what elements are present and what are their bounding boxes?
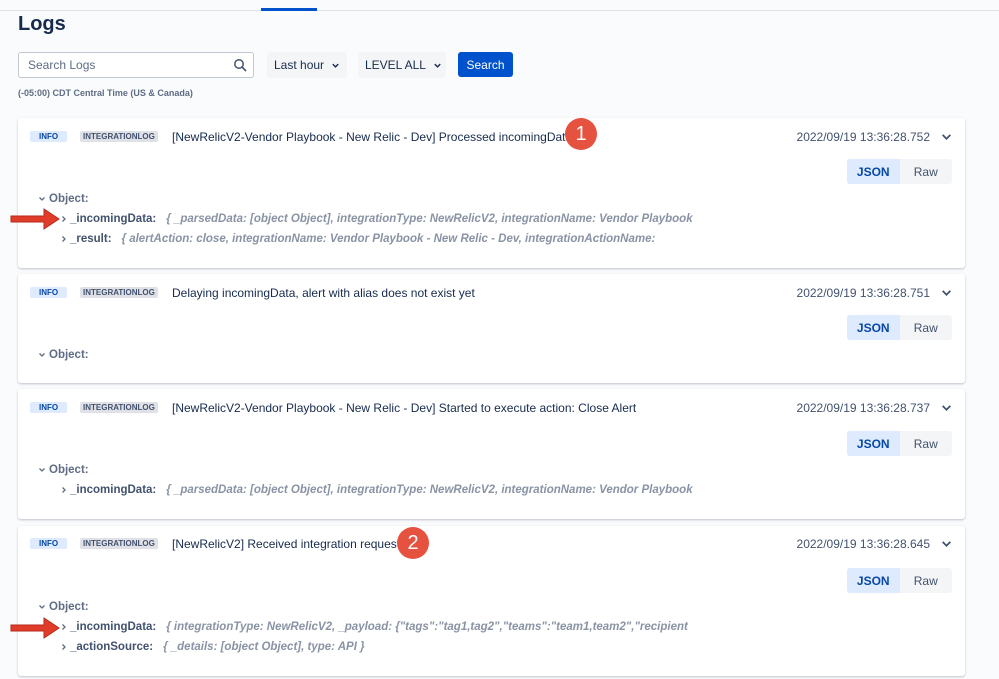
object-property[interactable]: _actionSource: { _details: [object Objec… bbox=[60, 641, 365, 653]
level-badge: INFO bbox=[30, 131, 68, 142]
type-badge: INTEGRATIONLOG bbox=[80, 287, 158, 298]
annotation-badge: 2 bbox=[397, 527, 429, 559]
top-nav-bar bbox=[0, 0, 999, 11]
level-badge: INFO bbox=[30, 287, 68, 298]
chevron-right-icon bbox=[62, 644, 66, 650]
log-message: Delaying incomingData, alert with alias … bbox=[172, 286, 475, 300]
object-label: Object: bbox=[49, 349, 89, 361]
object-label: Object: bbox=[49, 464, 89, 476]
log-entry-header[interactable]: INFO INTEGRATIONLOG Delaying incomingDat… bbox=[18, 286, 965, 300]
object-tree-toggle[interactable]: Object: bbox=[38, 349, 89, 361]
json-toggle-button[interactable]: JSON bbox=[847, 431, 900, 456]
page-title: Logs bbox=[18, 13, 66, 35]
chevron-right-icon bbox=[62, 624, 66, 630]
log-entry: INFO INTEGRATIONLOG [NewRelicV2-Vendor P… bbox=[18, 389, 965, 519]
property-key: _actionSource: bbox=[70, 641, 154, 653]
object-property[interactable]: _result: { alertAction: close, integrati… bbox=[60, 233, 655, 245]
level-badge: INFO bbox=[30, 402, 68, 413]
format-toggle: JSON Raw bbox=[847, 315, 952, 340]
format-toggle: JSON Raw bbox=[847, 431, 952, 456]
raw-toggle-button[interactable]: Raw bbox=[899, 159, 952, 184]
object-property[interactable]: _incomingData: { _parsedData: [object Ob… bbox=[60, 213, 693, 225]
property-key: _incomingData: bbox=[70, 484, 157, 496]
raw-toggle-button[interactable]: Raw bbox=[899, 431, 952, 456]
json-toggle-button[interactable]: JSON bbox=[847, 315, 900, 340]
type-badge: INTEGRATIONLOG bbox=[80, 538, 158, 549]
chevron-right-icon bbox=[62, 216, 66, 222]
chevron-down-icon bbox=[39, 353, 45, 357]
log-entry: INFO INTEGRATIONLOG [NewRelicV2] Receive… bbox=[18, 526, 965, 676]
object-property[interactable]: _incomingData: { integrationType: NewRel… bbox=[60, 621, 688, 633]
level-dropdown[interactable]: LEVEL ALL bbox=[358, 52, 446, 78]
property-key: _result: bbox=[70, 233, 112, 245]
log-entry: INFO INTEGRATIONLOG [NewRelicV2-Vendor P… bbox=[18, 118, 965, 268]
collapse-chevron-icon[interactable] bbox=[941, 131, 952, 142]
property-value: { _parsedData: [object Object], integrat… bbox=[166, 213, 693, 225]
json-toggle-button[interactable]: JSON bbox=[847, 159, 900, 184]
log-entry-header[interactable]: INFO INTEGRATIONLOG [NewRelicV2-Vendor P… bbox=[18, 130, 965, 144]
annotation-badge: 1 bbox=[565, 118, 597, 150]
raw-toggle-button[interactable]: Raw bbox=[899, 315, 952, 340]
collapse-chevron-icon[interactable] bbox=[941, 287, 952, 298]
chevron-right-icon bbox=[62, 487, 66, 493]
object-property[interactable]: _incomingData: { _parsedData: [object Ob… bbox=[60, 484, 693, 496]
raw-toggle-button[interactable]: Raw bbox=[899, 568, 952, 593]
format-toggle: JSON Raw bbox=[847, 159, 952, 184]
chevron-down-icon bbox=[39, 605, 45, 609]
log-timestamp: 2022/09/19 13:36:28.751 bbox=[796, 286, 930, 300]
log-message: [NewRelicV2-Vendor Playbook - New Relic … bbox=[172, 130, 573, 144]
search-button[interactable]: Search bbox=[458, 52, 513, 77]
collapse-chevron-icon[interactable] bbox=[941, 538, 952, 549]
chevron-down-icon bbox=[39, 197, 45, 201]
object-tree-toggle[interactable]: Object: bbox=[38, 193, 89, 205]
type-badge: INTEGRATIONLOG bbox=[80, 131, 158, 142]
object-tree-toggle[interactable]: Object: bbox=[38, 464, 89, 476]
log-timestamp: 2022/09/19 13:36:28.645 bbox=[796, 537, 930, 551]
search-icon[interactable] bbox=[233, 58, 247, 72]
chevron-right-icon bbox=[62, 236, 66, 242]
object-label: Object: bbox=[49, 193, 89, 205]
property-key: _incomingData: bbox=[70, 621, 157, 633]
log-timestamp: 2022/09/19 13:36:28.737 bbox=[796, 401, 930, 415]
level-badge: INFO bbox=[30, 538, 68, 549]
type-badge: INTEGRATIONLOG bbox=[80, 402, 158, 413]
object-tree-toggle[interactable]: Object: bbox=[38, 601, 89, 613]
collapse-chevron-icon[interactable] bbox=[941, 402, 952, 413]
level-label: LEVEL ALL bbox=[365, 58, 426, 72]
log-entry: INFO INTEGRATIONLOG Delaying incomingDat… bbox=[18, 274, 965, 383]
property-value: { integrationType: NewRelicV2, _payload:… bbox=[166, 621, 688, 633]
log-timestamp: 2022/09/19 13:36:28.752 bbox=[796, 130, 930, 144]
search-input[interactable] bbox=[19, 53, 219, 77]
property-key: _incomingData: bbox=[70, 213, 157, 225]
search-box bbox=[18, 52, 254, 78]
property-value: { alertAction: close, integrationName: V… bbox=[121, 233, 656, 245]
timezone-label: (-05:00) CDT Central Time (US & Canada) bbox=[18, 88, 193, 98]
log-message: [NewRelicV2-Vendor Playbook - New Relic … bbox=[172, 401, 637, 415]
json-toggle-button[interactable]: JSON bbox=[847, 568, 900, 593]
log-entry-header[interactable]: INFO INTEGRATIONLOG [NewRelicV2] Receive… bbox=[18, 537, 965, 551]
log-message: [NewRelicV2] Received integration reques… bbox=[172, 537, 401, 551]
format-toggle: JSON Raw bbox=[847, 568, 952, 593]
time-range-dropdown[interactable]: Last hour bbox=[267, 52, 347, 78]
red-arrow-icon bbox=[10, 208, 60, 230]
red-arrow-icon bbox=[10, 617, 60, 639]
property-value: { _details: [object Object], type: API } bbox=[163, 641, 365, 653]
time-range-label: Last hour bbox=[274, 58, 325, 72]
chevron-down-icon bbox=[332, 63, 339, 68]
chevron-down-icon bbox=[39, 468, 45, 472]
object-label: Object: bbox=[49, 601, 89, 613]
log-entry-header[interactable]: INFO INTEGRATIONLOG [NewRelicV2-Vendor P… bbox=[18, 401, 965, 415]
active-tab-indicator bbox=[261, 8, 317, 11]
property-value: { _parsedData: [object Object], integrat… bbox=[166, 484, 693, 496]
chevron-down-icon bbox=[434, 63, 441, 68]
